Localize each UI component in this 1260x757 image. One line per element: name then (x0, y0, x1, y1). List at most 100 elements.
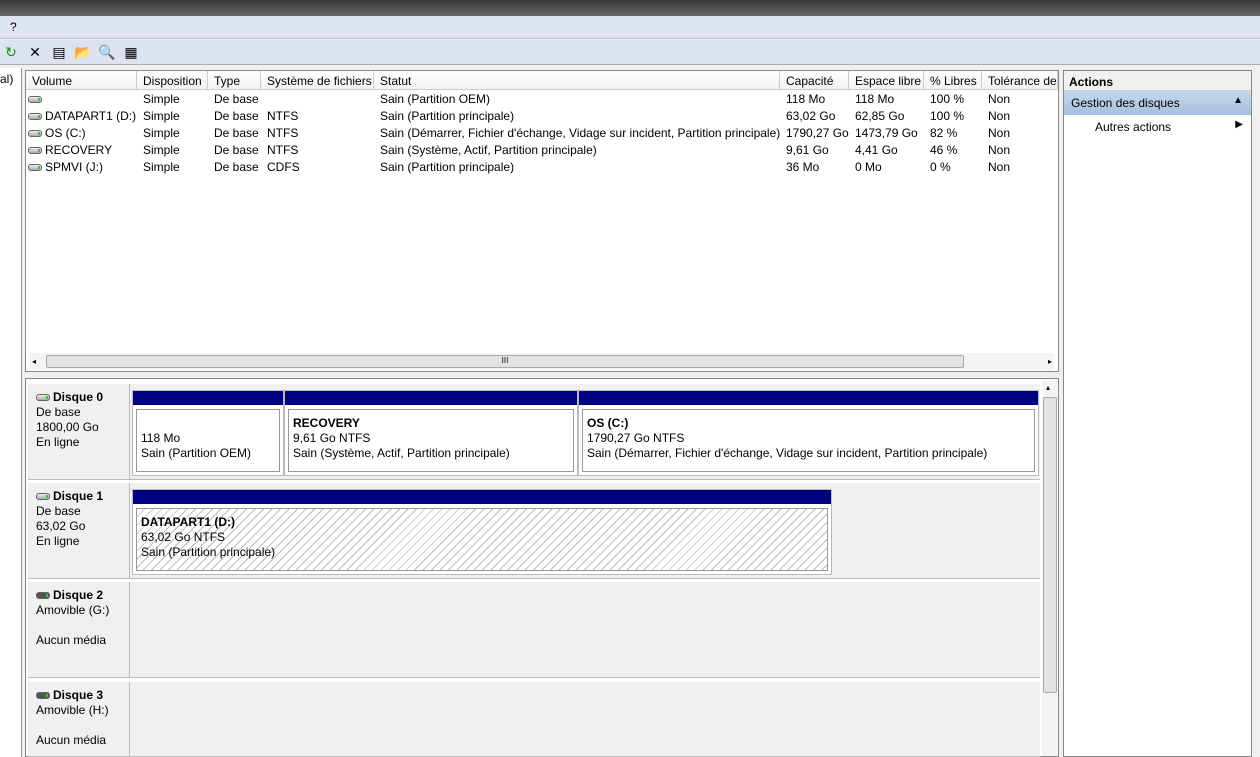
partition-block[interactable]: OS (C:) 1790,27 Go NTFS Sain (Démarrer, Fi… (578, 390, 1039, 476)
table-cell[interactable] (261, 90, 374, 107)
horizontal-scrollbar[interactable]: ◂ III ▸ (30, 353, 1054, 370)
partition-size: 118 Mo (141, 431, 181, 445)
table-cell[interactable]: De base (208, 90, 261, 107)
table-cell[interactable]: 0 Mo (849, 158, 924, 175)
table-cell[interactable]: Sain (Partition principale) (374, 107, 780, 124)
volume-cell[interactable]: DATAPART1 (D:) (26, 107, 137, 124)
table-cell[interactable]: 1473,79 Go (849, 124, 924, 141)
vertical-scrollbar[interactable]: ▴ (1042, 381, 1058, 756)
table-cell[interactable]: 36 Mo (780, 158, 849, 175)
table-cell[interactable]: Non (982, 124, 1058, 141)
disk-name: Disque 3 (53, 688, 104, 702)
column-header[interactable]: Espace libre (849, 71, 924, 90)
disk-label[interactable]: Disque 1 De base 63,02 Go En ligne (28, 483, 130, 578)
disk-label[interactable]: Disque 3 Amovible (H:) Aucun média (28, 682, 130, 756)
table-cell[interactable]: Simple (137, 107, 208, 124)
menu-help[interactable]: ? (10, 20, 17, 34)
table-cell[interactable]: NTFS (261, 124, 374, 141)
partition-size: 9,61 Go NTFS (293, 431, 371, 445)
table-cell[interactable]: Non (982, 90, 1058, 107)
partition-status: Sain (Système, Actif, Partition principa… (293, 446, 510, 460)
actions-item-more[interactable]: Autres actions ▶ (1064, 115, 1251, 139)
table-cell[interactable]: 82 % (924, 124, 982, 141)
open-folder-icon[interactable]: 📂 (74, 43, 92, 61)
disk-icon (36, 394, 50, 402)
table-cell[interactable]: Sain (Système, Actif, Partition principa… (374, 141, 780, 158)
volume-cell[interactable]: RECOVERY (26, 141, 137, 158)
disk-label[interactable]: Disque 2 Amovible (G:) Aucun média (28, 582, 130, 677)
column-header[interactable]: % Libres (924, 71, 982, 90)
item-label: Autres actions (1095, 120, 1172, 134)
disk-name: Disque 2 (53, 588, 104, 602)
table-cell[interactable]: De base (208, 124, 261, 141)
table-cell[interactable]: Simple (137, 141, 208, 158)
disk-row: Disque 1 De base 63,02 Go En ligne DATAPART1… (28, 483, 1040, 579)
partition-name: OS (C:) (587, 416, 629, 430)
explore-icon[interactable]: 🔍 (98, 43, 116, 61)
disk-label[interactable]: Disque 0 De base 1800,00 Go En ligne (28, 384, 130, 479)
disk-name: Disque 0 (53, 390, 104, 404)
table-cell[interactable]: De base (208, 158, 261, 175)
column-header[interactable]: Volume (26, 71, 137, 90)
table-cell[interactable]: Sain (Démarrer, Fichier d'échange, Vidag… (374, 124, 780, 141)
properties-icon[interactable]: ▤ (50, 43, 68, 61)
column-header[interactable]: Système de fichiers (261, 71, 374, 90)
column-header[interactable]: Disposition (137, 71, 208, 90)
column-header[interactable]: Tolérance de (982, 71, 1058, 90)
volume-cell[interactable]: SPMVI (J:) (26, 158, 137, 175)
table-cell[interactable]: Non (982, 107, 1058, 124)
disk-size: 1800,00 Go (36, 420, 99, 434)
console-tree[interactable]: al) (0, 68, 22, 757)
window-titlebar (0, 0, 1260, 16)
drive-icon (28, 130, 42, 138)
table-cell[interactable]: 100 % (924, 107, 982, 124)
table-cell[interactable]: Simple (137, 90, 208, 107)
table-cell[interactable]: Non (982, 158, 1058, 175)
column-header[interactable]: Statut (374, 71, 780, 90)
actions-title: Actions (1064, 71, 1251, 91)
table-cell[interactable]: 1790,27 Go (780, 124, 849, 141)
table-cell[interactable]: 46 % (924, 141, 982, 158)
table-cell[interactable]: 63,02 Go (780, 107, 849, 124)
table-cell[interactable]: CDFS (261, 158, 374, 175)
actions-section-disk-management[interactable]: Gestion des disques ▲ (1064, 91, 1251, 115)
table-cell[interactable]: NTFS (261, 141, 374, 158)
tree-item[interactable]: al) (0, 72, 13, 86)
delete-icon[interactable]: ✕ (26, 43, 44, 61)
table-cell[interactable]: 0 % (924, 158, 982, 175)
volume-cell[interactable] (26, 90, 137, 107)
collapse-icon[interactable]: ▲ (1233, 95, 1243, 106)
disk-type: Amovible (G:) (36, 603, 110, 617)
table-cell[interactable]: Simple (137, 124, 208, 141)
scroll-thumb[interactable]: III (46, 355, 964, 368)
submenu-arrow-icon: ▶ (1235, 119, 1243, 130)
partition-block[interactable]: 118 Mo Sain (Partition OEM) (132, 390, 284, 476)
partition-status: Sain (Partition principale) (141, 545, 276, 559)
disk-name: Disque 1 (53, 489, 104, 503)
table-cell[interactable]: 62,85 Go (849, 107, 924, 124)
partition-block[interactable]: RECOVERY 9,61 Go NTFS Sain (Système, Actif… (284, 390, 578, 476)
table-cell[interactable]: Non (982, 141, 1058, 158)
help-topics-icon[interactable]: ▦ (122, 43, 140, 61)
table-cell[interactable]: Sain (Partition OEM) (374, 90, 780, 107)
table-cell[interactable]: Sain (Partition principale) (374, 158, 780, 175)
table-cell[interactable]: 118 Mo (849, 90, 924, 107)
partition-size: 1790,27 Go NTFS (587, 431, 685, 445)
table-cell[interactable]: Simple (137, 158, 208, 175)
refresh-icon[interactable]: ↻ (2, 43, 20, 61)
column-header[interactable]: Capacité (780, 71, 849, 90)
scroll-thumb[interactable] (1043, 397, 1057, 693)
table-cell[interactable]: NTFS (261, 107, 374, 124)
column-header[interactable]: Type (208, 71, 261, 90)
table-cell[interactable]: De base (208, 141, 261, 158)
volume-cell[interactable]: OS (C:) (26, 124, 137, 141)
volume-name: DATAPART1 (D:) (45, 109, 137, 123)
drive-icon (28, 96, 42, 104)
table-cell[interactable]: 118 Mo (780, 90, 849, 107)
table-cell[interactable]: 4,41 Go (849, 141, 924, 158)
partition-block[interactable]: DATAPART1 (D:) 63,02 Go NTFS Sain (Partiti… (132, 489, 832, 575)
disk-state: Aucun média (36, 733, 107, 747)
table-cell[interactable]: De base (208, 107, 261, 124)
table-cell[interactable]: 9,61 Go (780, 141, 849, 158)
table-cell[interactable]: 100 % (924, 90, 982, 107)
